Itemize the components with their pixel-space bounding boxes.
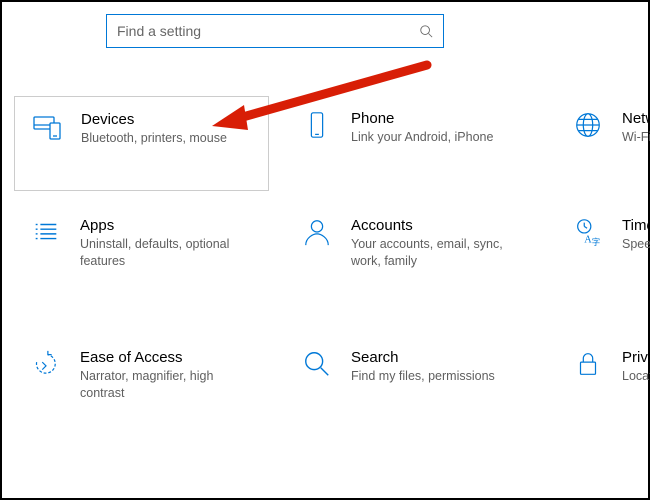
tile-title: Time & Language <box>622 217 650 234</box>
tile-title: Search <box>351 349 495 366</box>
magnifier-icon <box>299 349 335 379</box>
person-icon <box>299 217 335 247</box>
tile-desc: Speech, region, date <box>622 236 650 253</box>
tile-devices[interactable]: Devices Bluetooth, printers, mouse <box>14 96 269 191</box>
tile-ease-of-access[interactable]: Ease of Access Narrator, magnifier, high… <box>14 335 269 455</box>
tile-desc: Bluetooth, printers, mouse <box>81 130 227 147</box>
search-icon <box>409 24 443 38</box>
tile-network[interactable]: Network & Internet Wi-Fi, airplane mode,… <box>556 96 650 191</box>
search-input[interactable] <box>107 23 409 39</box>
devices-icon <box>29 111 65 143</box>
tile-privacy[interactable]: Privacy Location, camera, microphone <box>556 335 650 455</box>
time-language-icon: A 字 <box>570 217 606 247</box>
tile-desc: Location, camera, microphone <box>622 368 650 385</box>
apps-icon <box>28 217 64 247</box>
lock-icon <box>570 349 606 379</box>
tile-title: Apps <box>80 217 257 234</box>
ease-of-access-icon <box>28 349 64 379</box>
search-box[interactable] <box>106 14 444 48</box>
tile-title: Devices <box>81 111 227 128</box>
tile-desc: Wi-Fi, airplane mode, VPN <box>622 129 650 146</box>
tile-title: Privacy <box>622 349 650 366</box>
tile-desc: Uninstall, defaults, optional features <box>80 236 257 270</box>
tile-title: Ease of Access <box>80 349 257 366</box>
tile-apps[interactable]: Apps Uninstall, defaults, optional featu… <box>14 203 269 323</box>
tile-title: Phone <box>351 110 493 127</box>
tile-phone[interactable]: Phone Link your Android, iPhone <box>285 96 540 191</box>
tile-title: Accounts <box>351 217 528 234</box>
tile-desc: Link your Android, iPhone <box>351 129 493 146</box>
tile-desc: Your accounts, email, sync, work, family <box>351 236 528 270</box>
phone-icon <box>299 110 335 140</box>
tile-accounts[interactable]: Accounts Your accounts, email, sync, wor… <box>285 203 540 323</box>
globe-icon <box>570 110 606 140</box>
tile-title: Network & Internet <box>622 110 650 127</box>
tile-desc: Find my files, permissions <box>351 368 495 385</box>
tile-search[interactable]: Search Find my files, permissions <box>285 335 540 455</box>
tile-time-language[interactable]: A 字 Time & Language Speech, region, date <box>556 203 650 323</box>
tile-desc: Narrator, magnifier, high contrast <box>80 368 257 402</box>
settings-grid: Devices Bluetooth, printers, mouse Phone… <box>14 96 648 455</box>
svg-text:字: 字 <box>592 237 600 247</box>
